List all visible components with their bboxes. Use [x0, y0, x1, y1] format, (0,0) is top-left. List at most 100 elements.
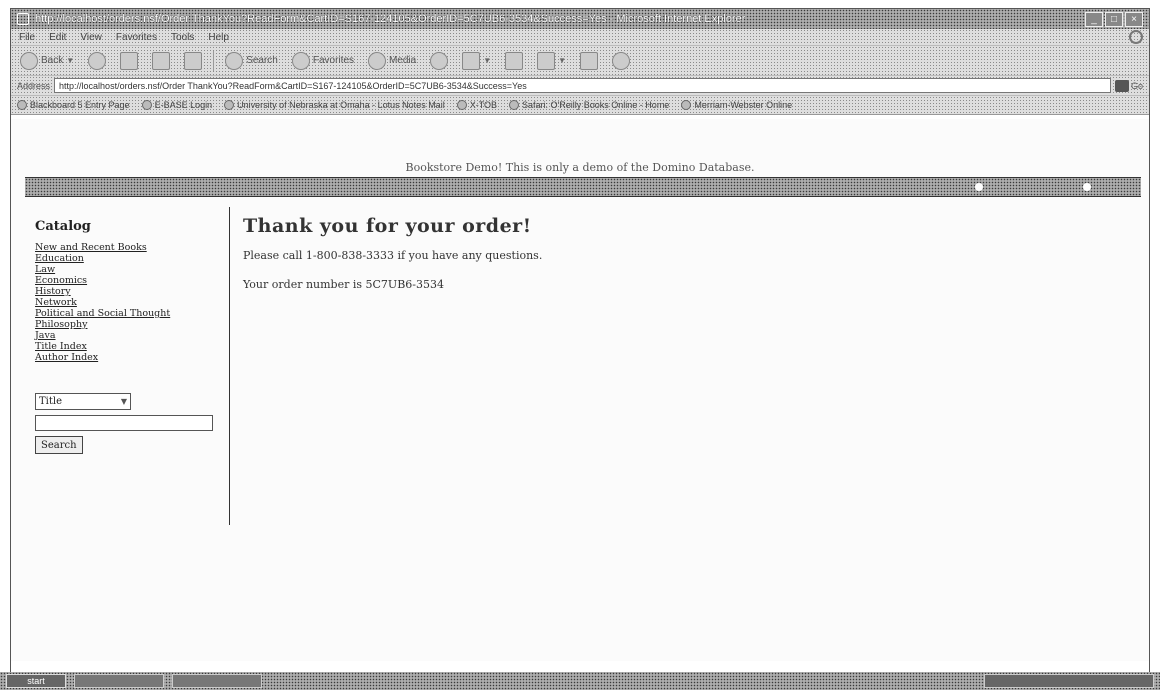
home-button[interactable]: [181, 50, 205, 72]
window-title: http://localhost/orders.nsf/Order ThankY…: [35, 13, 746, 25]
search-icon: [225, 51, 244, 70]
search-field-select[interactable]: Title ▼: [35, 393, 131, 410]
taskbar-window-button[interactable]: [74, 674, 164, 688]
address-bar: Address http://localhost/orders.nsf/Orde…: [11, 76, 1149, 96]
minimize-button[interactable]: _: [1085, 11, 1103, 27]
link-label: Merriam-Webster Online: [694, 100, 793, 110]
menu-view[interactable]: View: [80, 32, 102, 43]
page-icon: [681, 100, 692, 110]
link-xtob[interactable]: X-TOB: [456, 100, 498, 110]
mail-icon: [462, 51, 481, 70]
link-label: University of Nebraska at Omaha - Lotus …: [237, 100, 445, 110]
messenger-icon: [612, 51, 631, 70]
go-arrow-icon: [1114, 79, 1129, 92]
print-icon: [505, 51, 524, 70]
category-link-education[interactable]: Education: [35, 253, 84, 264]
home-icon: [184, 51, 203, 70]
close-button[interactable]: ×: [1125, 11, 1143, 27]
discuss-button[interactable]: [577, 50, 601, 72]
back-label: Back: [41, 55, 64, 66]
chevron-down-icon: ▼: [558, 56, 567, 65]
page-content: Bookstore Demo! This is only a demo of t…: [11, 119, 1149, 661]
system-tray: [984, 674, 1154, 688]
browser-window: http://localhost/orders.nsf/Order ThankY…: [10, 8, 1150, 680]
edit-button[interactable]: ▼: [534, 50, 569, 72]
chevron-down-icon: ▼: [483, 56, 492, 65]
address-input[interactable]: http://localhost/orders.nsf/Order ThankY…: [54, 78, 1111, 93]
mail-button[interactable]: ▼: [459, 50, 494, 72]
messenger-button[interactable]: [609, 50, 633, 72]
history-icon: [430, 51, 449, 70]
back-arrow-icon: [20, 51, 38, 70]
menu-tools[interactable]: Tools: [171, 32, 194, 43]
category-link-history[interactable]: History: [35, 286, 71, 297]
menu-favorites[interactable]: Favorites: [116, 32, 157, 43]
category-link-economics[interactable]: Economics: [35, 275, 87, 286]
search-submit-button[interactable]: Search: [35, 436, 83, 454]
favorites-button[interactable]: Favorites: [289, 50, 357, 72]
title-index-link[interactable]: Title Index: [35, 341, 87, 352]
stop-button[interactable]: [117, 50, 141, 72]
go-button[interactable]: Go: [1114, 79, 1143, 92]
link-label: X-TOB: [469, 100, 498, 110]
start-button[interactable]: start: [6, 674, 66, 688]
toolbar-separator: [213, 50, 215, 71]
category-list: New and Recent Books Education Law Econo…: [35, 242, 219, 363]
search-field-value: Title: [39, 396, 63, 407]
window-controls: _ □ ×: [1085, 11, 1143, 27]
demo-notice: Bookstore Demo! This is only a demo of t…: [405, 161, 755, 174]
link-safari[interactable]: Safari: O'Reilly Books Online - Home: [509, 100, 669, 110]
link-merriam-webster[interactable]: Merriam-Webster Online: [681, 100, 792, 110]
edit-icon: [537, 51, 556, 70]
category-link-network[interactable]: Network: [35, 297, 77, 308]
page-icon: [17, 100, 27, 110]
title-bar: http://localhost/orders.nsf/Order ThankY…: [11, 9, 1149, 29]
search-label: Search: [246, 55, 278, 66]
menu-help[interactable]: Help: [208, 32, 229, 43]
author-index-link[interactable]: Author Index: [35, 352, 98, 363]
page-icon: [509, 100, 520, 110]
link-uno-mail[interactable]: University of Nebraska at Omaha - Lotus …: [224, 100, 445, 110]
category-link-new-recent[interactable]: New and Recent Books: [35, 242, 147, 253]
maximize-button[interactable]: □: [1105, 11, 1123, 27]
toolbar: Back ▼ Search Favorites Media ▼ ▼: [11, 46, 1149, 76]
history-button[interactable]: [427, 50, 451, 72]
category-link-philosophy[interactable]: Philosophy: [35, 319, 87, 330]
category-link-political-social[interactable]: Political and Social Thought: [35, 308, 170, 319]
menu-edit[interactable]: Edit: [49, 32, 66, 43]
taskbar-window-button[interactable]: [172, 674, 262, 688]
refresh-button[interactable]: [149, 50, 173, 72]
banner-decoration: [975, 183, 1091, 191]
stop-icon: [120, 51, 139, 70]
media-button[interactable]: Media: [365, 50, 419, 72]
decor-dot: [975, 183, 983, 191]
link-label: Safari: O'Reilly Books Online - Home: [522, 100, 670, 110]
go-label: Go: [1130, 80, 1143, 91]
menu-file[interactable]: File: [19, 32, 35, 43]
header-banner: [25, 177, 1141, 197]
contact-text: Please call 1-800-838-3333 if you have a…: [243, 249, 543, 262]
menu-bar: File Edit View Favorites Tools Help: [11, 29, 1149, 46]
address-label: Address: [17, 80, 51, 91]
category-link-law[interactable]: Law: [35, 264, 55, 275]
order-number-text: Your order number is 5C7UB6-3534: [243, 278, 444, 291]
page-title: Thank you for your order!: [243, 215, 532, 237]
links-bar: Blackboard 5 Entry Page E-BASE Login Uni…: [11, 96, 1149, 115]
ie-icon: [17, 13, 29, 25]
category-link-java[interactable]: Java: [35, 330, 56, 341]
link-blackboard[interactable]: Blackboard 5 Entry Page: [17, 100, 130, 110]
forward-arrow-icon: [88, 51, 107, 70]
print-button[interactable]: [502, 50, 526, 72]
search-input[interactable]: [35, 415, 213, 431]
link-label: Blackboard 5 Entry Page: [30, 100, 130, 110]
search-button[interactable]: Search: [222, 50, 281, 72]
refresh-icon: [152, 51, 171, 70]
link-ebase[interactable]: E-BASE Login: [141, 100, 212, 110]
catalog-heading: Catalog: [35, 219, 91, 234]
discuss-icon: [580, 51, 599, 70]
back-button[interactable]: Back ▼: [17, 50, 77, 72]
main-content: Thank you for your order! Please call 1-…: [243, 215, 1123, 307]
media-label: Media: [388, 55, 417, 66]
forward-button[interactable]: [85, 50, 109, 72]
page-icon: [141, 100, 152, 110]
